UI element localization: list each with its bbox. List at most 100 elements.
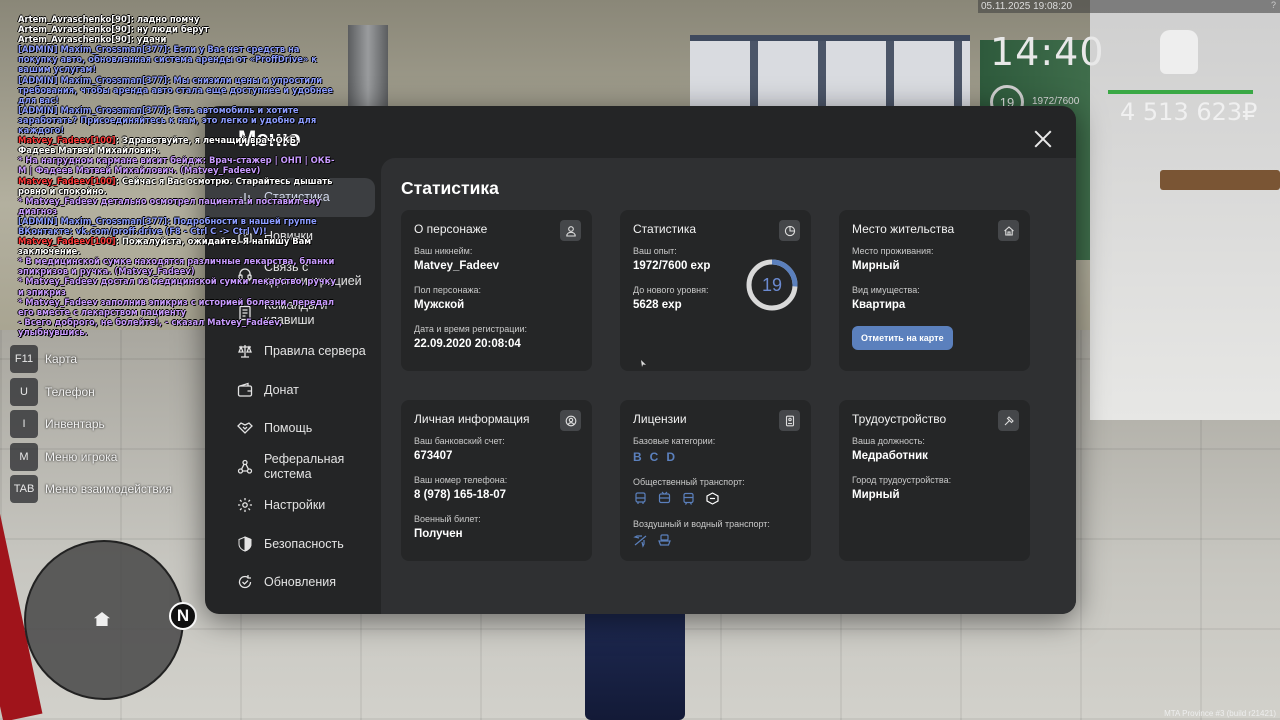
property-label: Вид имущества: bbox=[852, 285, 920, 295]
military-value: Получен bbox=[414, 528, 463, 540]
chat-text: Artem_Avraschenko[90]: удачи bbox=[18, 34, 167, 45]
level-progress-ring: 19 bbox=[745, 258, 799, 312]
chat-text: * Matvey_Fadeev детально осмотрел пациен… bbox=[18, 195, 321, 216]
hotkey-key: TAB bbox=[10, 475, 38, 503]
mark-on-map-button[interactable]: Отметить на карте bbox=[852, 326, 953, 350]
nav-item[interactable]: Безопасность bbox=[205, 525, 381, 564]
chat-text: [ADMIN] Maxim_Crossman[377]: Мы снизили … bbox=[18, 74, 333, 105]
position-value: Медработник bbox=[852, 450, 928, 462]
chat-log: Artem_Avraschenko[90]: ладно помчу Artem_… bbox=[18, 14, 338, 337]
hotkey-key: U bbox=[10, 377, 38, 406]
level-number: 19 bbox=[761, 274, 783, 295]
hotkey-item[interactable]: I Инвентарь bbox=[10, 410, 172, 438]
nav-item[interactable]: Настройки bbox=[205, 486, 381, 525]
chat-text: * Matvey_Fadeev достал из медицинской су… bbox=[18, 276, 336, 297]
trolleybus-icon bbox=[657, 491, 672, 506]
chat-line: Artem_Avraschenko[90]: удачи bbox=[18, 34, 338, 44]
license-category: D bbox=[666, 450, 676, 464]
card-employment: Трудоустройство Ваша должность: Медработ… bbox=[839, 400, 1030, 561]
bus-icon bbox=[633, 491, 648, 506]
air-water-icons bbox=[633, 533, 798, 548]
north-indicator: N bbox=[169, 602, 197, 630]
card-title: Трудоустройство bbox=[852, 412, 947, 426]
pie-chart-icon bbox=[779, 220, 800, 241]
license-category: C bbox=[649, 450, 659, 464]
home-icon bbox=[998, 220, 1019, 241]
card-title: Место жительства bbox=[852, 222, 955, 236]
card-title: О персонаже bbox=[414, 222, 488, 236]
airplane-icon bbox=[633, 533, 648, 548]
hotkey-key: I bbox=[10, 410, 38, 438]
chat-sender: Matvey_Fadeev[100] bbox=[18, 135, 116, 146]
chat-text: * В медицинской сумке находятся различны… bbox=[18, 256, 335, 277]
chat-text: * На нагрудном кармане висит бейдж: Врач… bbox=[18, 155, 335, 176]
chat-line: * Matvey_Fadeev заполнив эпикриз с истор… bbox=[18, 297, 338, 317]
hud-clock: 14:40 bbox=[990, 30, 1105, 74]
nickname-value: Matvey_Fadeev bbox=[414, 260, 500, 272]
hotkey-label: Карта bbox=[45, 352, 78, 366]
home-icon bbox=[94, 612, 110, 626]
hotkey-item[interactable]: U Телефон bbox=[10, 377, 172, 406]
license-categories: B C D bbox=[633, 450, 798, 464]
residence-value: Мирный bbox=[852, 260, 900, 272]
hotkey-label: Меню взаимодействия bbox=[45, 482, 172, 496]
scales-icon bbox=[237, 343, 253, 359]
work-city-value: Мирный bbox=[852, 489, 900, 501]
nav-item[interactable]: Донат bbox=[205, 371, 381, 410]
hotkey-item[interactable]: F11 Карта bbox=[10, 345, 172, 373]
nav-label: Помощь bbox=[264, 421, 313, 435]
fist-icon bbox=[1160, 30, 1198, 74]
chat-line: Artem_Avraschenko[90]: ну люди берут bbox=[18, 24, 338, 34]
nav-item[interactable]: Правила сервера bbox=[205, 332, 381, 371]
property-value: Квартира bbox=[852, 299, 906, 311]
hotkey-item[interactable]: M Меню игрока bbox=[10, 442, 172, 471]
exp-label: Ваш опыт: bbox=[633, 246, 677, 256]
card-personal: Личная информация Ваш банковский счет: 6… bbox=[401, 400, 592, 561]
license-category: B bbox=[633, 450, 642, 464]
hotkey-item[interactable]: TAB Меню взаимодействия bbox=[10, 475, 172, 503]
phone-label: Ваш номер телефона: bbox=[414, 475, 508, 485]
military-label: Военный билет: bbox=[414, 514, 481, 524]
nav-item[interactable]: Помощь bbox=[205, 409, 381, 448]
chat-line: - Всего доброго, не болейте!, - сказал M… bbox=[18, 317, 338, 337]
chat-line: * В медицинской сумке находятся различны… bbox=[18, 256, 338, 276]
chat-text: - Всего доброго, не болейте!, - сказал M… bbox=[18, 316, 283, 337]
chat-line: Matvey_Fadeev[100]: Пожалуйста, ожидайте… bbox=[18, 236, 338, 256]
registration-value: 22.09.2020 20:08:04 bbox=[414, 338, 521, 350]
nav-item[interactable]: Реферальная система bbox=[205, 448, 381, 487]
nav-label: Донат bbox=[264, 382, 299, 397]
scene-bench bbox=[1160, 170, 1280, 190]
hud-datetime: 05.11.2025 19:08:20 bbox=[978, 0, 1280, 13]
gender-value: Мужской bbox=[414, 299, 465, 311]
base-categories-label: Базовые категории: bbox=[633, 436, 716, 446]
nav-item[interactable]: Обновления bbox=[205, 563, 381, 602]
tram-icon bbox=[681, 491, 696, 506]
hud-money: 4 513 623₽ bbox=[1120, 98, 1258, 126]
nav-label: Настройки bbox=[264, 498, 326, 512]
bank-value: 673407 bbox=[414, 450, 453, 462]
nav-label: Правила сервера bbox=[264, 344, 366, 358]
content-panel: Статистика О персонаже Ваш никнейм: Matv… bbox=[381, 158, 1076, 614]
handshake-icon bbox=[237, 420, 253, 436]
chat-line: [ADMIN] Maxim_Crossman[377]: Есть автомо… bbox=[18, 105, 338, 135]
build-watermark: MTA Province #3 (build r21421) bbox=[1164, 709, 1276, 718]
scene-pillar bbox=[348, 25, 388, 115]
profile-circle-icon bbox=[560, 410, 581, 431]
card-title: Личная информация bbox=[414, 412, 530, 426]
hud-health-bar bbox=[1108, 90, 1253, 94]
gender-label: Пол персонажа: bbox=[414, 285, 482, 295]
user-icon bbox=[560, 220, 581, 241]
public-transport-label: Общественный транспорт: bbox=[633, 477, 745, 487]
chat-sender: Matvey_Fadeev[100] bbox=[18, 175, 116, 186]
gear-icon bbox=[237, 497, 253, 513]
chat-line: * Matvey_Fadeev детально осмотрел пациен… bbox=[18, 196, 338, 216]
chat-line: Matvey_Fadeev[100]: Здравствуйте, я леча… bbox=[18, 135, 338, 155]
card-stats: Статистика Ваш опыт: 1972/7600 exp До но… bbox=[620, 210, 811, 371]
card-licenses: Лицензии Базовые категории: B C D Общест… bbox=[620, 400, 811, 561]
hammer-icon bbox=[998, 410, 1019, 431]
wallet-icon bbox=[237, 382, 253, 398]
hotkey-list: F11 Карта U Телефон I Инвентарь M Меню игрока TA… bbox=[10, 345, 172, 508]
chat-line: * Matvey_Fadeev достал из медицинской су… bbox=[18, 276, 338, 296]
nav-label: Обновления bbox=[264, 575, 336, 589]
close-icon[interactable] bbox=[1034, 130, 1052, 148]
